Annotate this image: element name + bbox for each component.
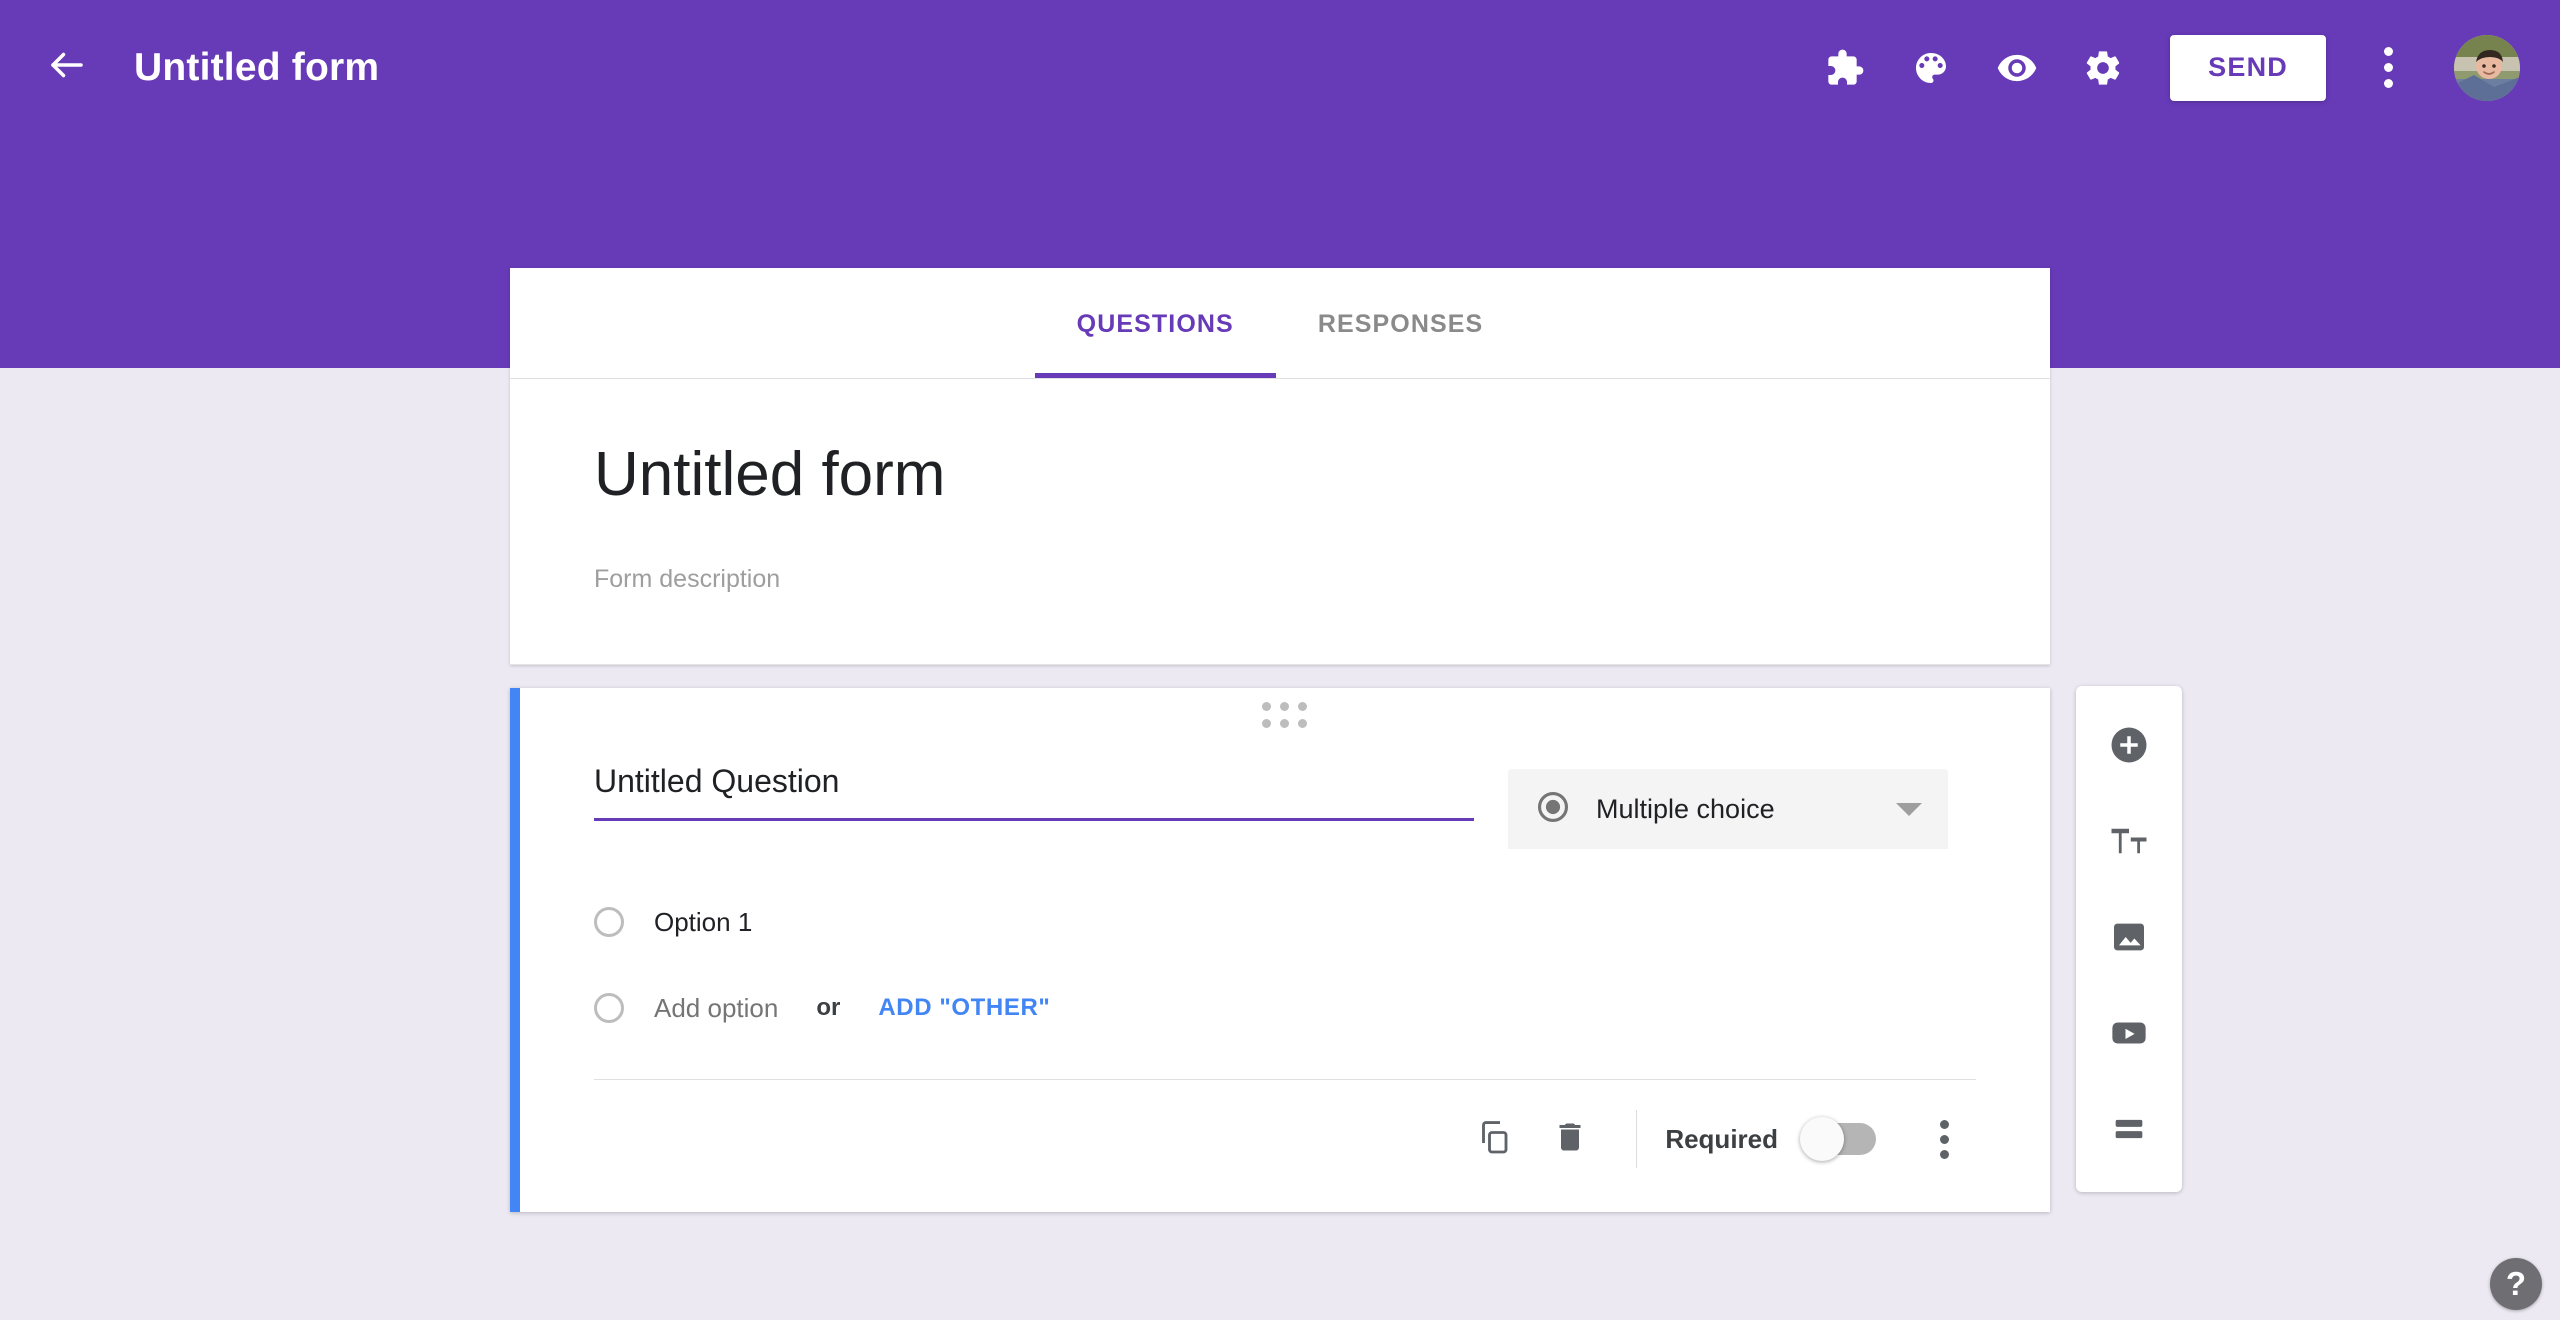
question-top-row: Untitled Question Multiple choice [520, 729, 2050, 849]
drag-grip-icon[interactable] [1262, 702, 1308, 729]
form-header-card: QUESTIONS RESPONSES Untitled form Form d… [510, 268, 2050, 666]
video-icon [2108, 1012, 2150, 1059]
more-vert-icon-dot [1939, 1134, 1949, 1144]
send-button[interactable]: SEND [2170, 34, 2326, 101]
preview-button[interactable] [1974, 25, 2060, 111]
more-vert-icon-dot [2383, 63, 2393, 72]
more-vert-icon-dot [1939, 1119, 1949, 1129]
required-toggle[interactable] [1800, 1117, 1876, 1161]
question-insert-toolbar [2076, 686, 2182, 1192]
gear-icon [2083, 48, 2123, 88]
section-icon [2109, 1109, 2149, 1154]
or-separator-label: or [816, 994, 841, 1021]
add-circle-icon [2108, 724, 2150, 771]
footer-divider [1636, 1110, 1638, 1168]
duplicate-question-button[interactable] [1456, 1101, 1532, 1177]
delete-question-button[interactable] [1532, 1101, 1608, 1177]
required-label: Required [1665, 1123, 1778, 1154]
form-description-input[interactable]: Form description [594, 565, 1966, 594]
title-text-icon [2108, 820, 2150, 867]
question-footer: Required [520, 1080, 2050, 1212]
add-ons-button[interactable] [1802, 25, 1888, 111]
option-row[interactable]: Option 1 [594, 879, 1976, 965]
tab-questions[interactable]: QUESTIONS [1034, 270, 1276, 378]
radio-empty-icon [594, 907, 624, 937]
settings-button[interactable] [2060, 25, 2146, 111]
trash-icon [1552, 1119, 1588, 1160]
options-list: Option 1 Add option or ADD "OTHER" [520, 849, 2050, 1051]
eye-icon [1996, 47, 2038, 89]
question-title-input[interactable]: Untitled Question [594, 763, 1474, 821]
add-video-button[interactable] [2090, 996, 2168, 1074]
question-overflow-menu-button[interactable] [1906, 1101, 1982, 1177]
tab-bar: QUESTIONS RESPONSES [510, 268, 2050, 379]
page-title[interactable]: Untitled form [134, 46, 379, 90]
header-overflow-menu-button[interactable] [2348, 28, 2428, 108]
arrow-left-icon [46, 44, 88, 91]
theme-button[interactable] [1888, 25, 1974, 111]
add-title-button[interactable] [2090, 804, 2168, 882]
add-question-button[interactable] [2090, 708, 2168, 786]
add-other-button[interactable]: ADD "OTHER" [878, 994, 1050, 1022]
avatar[interactable] [2454, 34, 2520, 101]
question-title-wrap: Untitled Question [594, 763, 1474, 821]
more-vert-icon-dot [2383, 47, 2393, 56]
option-label[interactable]: Option 1 [654, 907, 752, 938]
add-option-row[interactable]: Add option or ADD "OTHER" [594, 965, 1976, 1051]
more-vert-icon-dot [1939, 1149, 1949, 1159]
back-button[interactable] [28, 29, 106, 107]
tab-responses-label: RESPONSES [1317, 309, 1484, 338]
palette-icon [1911, 48, 1951, 88]
more-vert-icon-dot [2383, 79, 2393, 88]
add-section-button[interactable] [2090, 1092, 2168, 1170]
image-icon [2109, 917, 2149, 962]
question-type-label: Multiple choice [1596, 793, 1775, 824]
required-toggle-knob [1800, 1117, 1844, 1161]
help-button[interactable]: ? [2490, 1258, 2542, 1310]
puzzle-piece-icon [1825, 48, 1865, 88]
tab-responses[interactable]: RESPONSES [1276, 270, 1526, 378]
tab-questions-label: QUESTIONS [1076, 309, 1234, 338]
add-option-label[interactable]: Add option [654, 993, 778, 1024]
question-type-dropdown[interactable]: Multiple choice [1508, 769, 1948, 849]
radio-filled-icon [1536, 790, 1570, 829]
add-image-button[interactable] [2090, 900, 2168, 978]
question-card[interactable]: Untitled Question Multiple choice Option… [510, 688, 2050, 1212]
app-header-row: Untitled form SEND [0, 0, 2560, 135]
form-title-input[interactable]: Untitled form [594, 440, 1966, 509]
form-header-content: Untitled form Form description [510, 379, 2050, 666]
chevron-down-icon [1896, 802, 1922, 816]
radio-empty-icon [594, 993, 624, 1023]
duplicate-icon [1476, 1119, 1512, 1160]
